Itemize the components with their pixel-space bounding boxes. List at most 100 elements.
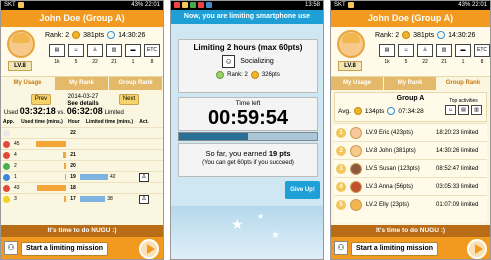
table-row: 3 17 38 ♙ (1, 193, 163, 204)
coin-icon (250, 71, 259, 79)
activity-icon (139, 151, 149, 160)
study-icon: ▥ (471, 105, 482, 115)
tab-group-rank[interactable]: Group Rank (437, 77, 490, 90)
activity-label: Socializing (240, 58, 274, 65)
tab-my-usage[interactable]: My Usage (1, 77, 55, 90)
tab-my-rank[interactable]: My Rank (384, 77, 437, 90)
member-avatar (350, 126, 362, 139)
decorative-background: ★ ★ ★ (171, 206, 323, 259)
carrier-label: SKT (4, 2, 16, 8)
avg-label: Avg. (338, 107, 351, 115)
member-avatar (350, 198, 362, 211)
app-icon (3, 151, 10, 159)
bed-icon: ▬ (125, 44, 141, 57)
list-item[interactable]: 3 LV.5 Susan (123pts) 08:52:47 limited (334, 159, 487, 177)
limited-cell (80, 163, 135, 169)
limited-cell: 38 (80, 196, 135, 202)
book-icon: ▤ (49, 44, 65, 57)
rank-summary: Rank: 2 381pts 14:30:26 (45, 31, 145, 39)
prev-button[interactable]: Prev (31, 94, 51, 105)
success-note: (You can get 60pts if you succeed) (202, 160, 294, 166)
used-time: 03:32:18 (19, 106, 56, 116)
limited-cell (80, 130, 135, 136)
rank-label: Rank: 2 (375, 31, 400, 39)
carrier-label: SKT (334, 2, 346, 8)
used-value: 2 (14, 163, 17, 169)
activity-count: 21 (111, 59, 117, 65)
play-icon[interactable] (467, 239, 487, 259)
used-cell: 45 (14, 141, 66, 147)
coin-icon (72, 31, 81, 39)
total-time-label: 14:30:26 (118, 31, 146, 39)
limited-cell (80, 141, 135, 147)
group-rank-screen: SKT 43% 22:01 John Doe (Group A) LV.8 Ra… (330, 0, 491, 260)
earned-prefix: So far, you earned (205, 149, 267, 158)
clock-label: 22:01 (471, 2, 487, 8)
app-icon (3, 195, 10, 203)
give-up-button[interactable]: Give Up! (285, 181, 320, 199)
used-prefix: Used (4, 110, 19, 116)
book-icon: ▤ (379, 44, 395, 57)
battery-label: 43% (131, 2, 144, 8)
limited-cell: 42 (80, 174, 135, 180)
start-mission-button[interactable]: Start a limiting mission (21, 242, 109, 256)
member-name: LV.3 Anna (56pts) (366, 183, 414, 190)
points-label: 381pts (83, 31, 105, 39)
list-item[interactable]: 5 LV.2 Elly (23pts) 01:07:09 limited (334, 195, 487, 213)
used-value: 1 (14, 174, 17, 180)
notification-icon (347, 2, 354, 8)
used-value: 43 (14, 185, 20, 191)
usage-summary: Used 03:32:18 vs. 06:32:08 Limited (4, 106, 124, 116)
points-label: 326pts (261, 72, 280, 78)
activity-icon: ♙ (139, 194, 149, 204)
hour-value: 22 (70, 130, 76, 136)
app-icon (3, 162, 10, 170)
points-label: 381pts (413, 31, 435, 39)
list-item[interactable]: 4 LV.3 Anna (56pts) 03:05:33 limited (334, 177, 487, 195)
page-title: John Doe (Group A) (1, 10, 163, 27)
profile-panel: LV.8 Rank: 2 381pts 14:30:26 ▤ ☺ ♙ ▥ ▬ E… (1, 27, 163, 77)
usage-table: 22 45 4 21 2 20 1 19 42 ♙ 43 18 3 17 38 ♙ (1, 127, 163, 204)
usage-table-header: App. Used time (mins.) Hour Limited time… (1, 118, 163, 127)
status-bar: 13:58 (171, 1, 323, 10)
list-item[interactable]: 2 LV.8 John (381pts) 14:30:26 limited (334, 141, 487, 159)
col-act: Act. (139, 119, 149, 125)
limited-time: 06:32:08 (66, 106, 103, 116)
nugu-message: It's time to do NUGU :) (331, 225, 490, 237)
etc-icon: ETC (144, 44, 160, 57)
book-icon: ▤ (458, 105, 469, 115)
used-bar (37, 185, 66, 191)
avatar (337, 30, 365, 58)
tab-my-rank[interactable]: My Rank (55, 77, 109, 90)
used-bar (36, 141, 66, 147)
member-time: 18:20:23 limited (436, 129, 479, 136)
study-icon: ▥ (436, 44, 452, 57)
member-name: LV.2 Elly (23pts) (366, 201, 410, 208)
list-item[interactable]: 1 LV.9 Eric (423pts) 18:20:23 limited (334, 123, 487, 141)
play-icon[interactable] (139, 239, 159, 259)
start-mission-button[interactable]: Start a limiting mission (351, 242, 439, 256)
level-badge: LV.8 (8, 61, 32, 71)
avatar (7, 30, 35, 58)
rank-number: 4 (336, 181, 346, 192)
tab-my-usage[interactable]: My Usage (331, 77, 384, 90)
activity-icons: ▤ ☺ ♙ ▥ ▬ ETC (49, 44, 160, 57)
limit-progress-bar (178, 132, 318, 141)
tab-group-rank[interactable]: Group Rank (109, 77, 163, 90)
used-cell: 4 (14, 152, 66, 158)
rank-icon (216, 71, 225, 79)
activity-icons: ▤ ☺ ♙ ▥ ▬ ETC (379, 44, 490, 57)
activity-count: 5 (404, 59, 408, 65)
activity-icon (139, 140, 149, 149)
next-button[interactable]: Next (119, 94, 139, 105)
rank-summary: Rank: 2 381pts 14:30:26 (375, 31, 475, 39)
activity-icon (139, 184, 149, 193)
clock-icon (387, 107, 396, 115)
app-icon (174, 2, 180, 8)
time-left-label: Time left (235, 100, 261, 107)
table-row: 2 20 (1, 160, 163, 171)
table-row: 1 19 42 ♙ (1, 171, 163, 182)
bed-icon: ▬ (455, 44, 471, 57)
notification-icon (17, 2, 24, 8)
clock-label: 13:58 (304, 2, 320, 8)
